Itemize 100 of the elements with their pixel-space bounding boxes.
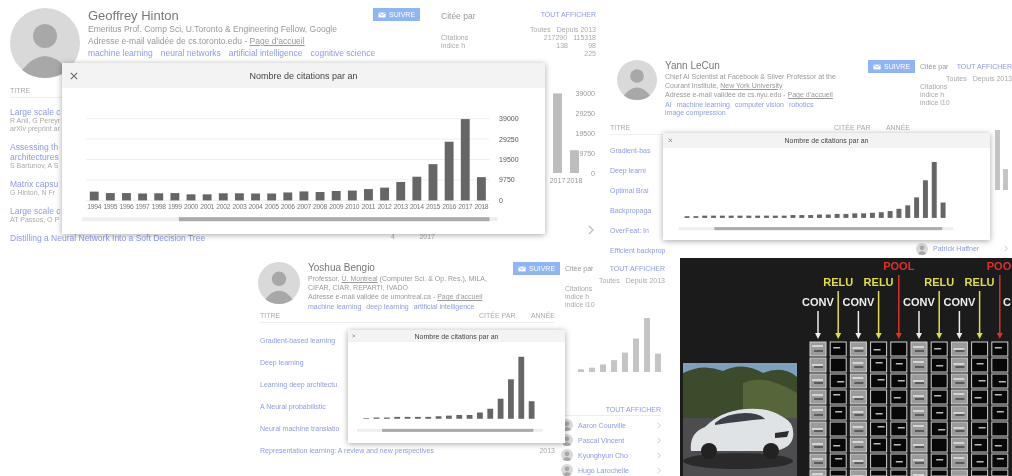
bar (790, 215, 796, 218)
layer-label: CONV (903, 296, 935, 308)
layer-label: CONV (842, 296, 875, 308)
bar (799, 215, 805, 218)
down-arrow (875, 290, 882, 339)
bar (396, 181, 406, 201)
layer-label: RELU (924, 276, 955, 288)
bar (283, 192, 293, 201)
article-title[interactable]: Distilling a Neural Network Into a Soft Decision Tree (10, 233, 206, 243)
layer-label: CONV (943, 296, 976, 308)
article-title[interactable]: Large scale c (10, 206, 61, 216)
bar (186, 194, 196, 201)
mail-icon (378, 11, 386, 18)
close-icon[interactable] (351, 334, 356, 338)
layer-label: POO (986, 260, 1012, 272)
avatar (10, 8, 80, 78)
mail-icon (518, 265, 526, 272)
bar (428, 164, 438, 201)
bar (719, 215, 725, 218)
bar (905, 205, 911, 218)
down-arrow (835, 290, 842, 339)
down-arrow (916, 310, 922, 339)
down-arrow (956, 310, 963, 339)
mail-icon (873, 63, 881, 70)
close-icon[interactable] (667, 138, 673, 144)
bar (456, 415, 463, 419)
bar (817, 214, 822, 218)
layer-label: C (1003, 296, 1011, 308)
bar (528, 401, 535, 419)
bar (896, 208, 902, 218)
avatar (916, 242, 928, 255)
bar (394, 416, 401, 419)
bar (570, 150, 579, 173)
interest-tag[interactable]: artificial intelligence (228, 48, 303, 59)
article-title[interactable]: Assessing th architectures (10, 142, 59, 162)
chevron-right-icon[interactable] (588, 225, 594, 235)
scrollbar[interactable] (82, 217, 498, 222)
bar (105, 193, 115, 201)
interest-tag[interactable]: neural networks (160, 48, 221, 59)
bar (425, 416, 432, 419)
bar (702, 215, 708, 218)
homepage-link[interactable]: Page d'accueil (249, 36, 305, 46)
bar (931, 162, 937, 218)
bar (315, 192, 325, 201)
down-arrow (996, 274, 1003, 339)
layer-label: CONV (802, 296, 834, 308)
bar (122, 193, 131, 201)
bar (404, 416, 411, 419)
avatar (561, 464, 573, 476)
interest-tag[interactable]: machine learning (88, 48, 153, 59)
bar (737, 215, 743, 218)
bar (154, 193, 164, 201)
bar (487, 408, 494, 419)
bar (825, 214, 831, 218)
dialog-title: Nombre de citations par an (249, 70, 358, 81)
bar (466, 415, 473, 419)
affiliation: Emeritus Prof. Comp Sci, U.Toronto & Engineering Fellow, Google (88, 24, 338, 35)
bar (940, 202, 946, 218)
bar (412, 176, 422, 201)
bar (476, 177, 486, 201)
bar (446, 415, 452, 419)
close-icon[interactable] (69, 71, 78, 80)
bar (251, 193, 260, 201)
bar (887, 211, 893, 218)
down-arrow (976, 290, 983, 339)
bar (170, 193, 180, 201)
cited-by-title: Citée par (441, 11, 476, 21)
bar (444, 141, 454, 201)
article-title[interactable]: Large scale c (10, 107, 61, 117)
bar (347, 190, 357, 201)
bar (746, 215, 752, 218)
bar (202, 194, 212, 201)
bar (218, 193, 228, 201)
interest-tag[interactable]: cognitive science (310, 48, 376, 59)
avatar (561, 449, 573, 461)
bar (878, 212, 884, 218)
layer-label: RELU (863, 276, 894, 288)
bar (477, 412, 483, 419)
chevron-right-icon[interactable] (1004, 245, 1008, 252)
bar (364, 189, 373, 201)
profile-name: Yann LeCun (665, 60, 721, 72)
bar (415, 416, 421, 419)
bar (234, 193, 244, 201)
bar (861, 213, 867, 218)
bar (764, 215, 769, 218)
bar (852, 213, 858, 218)
profile-name: Yoshua Bengio (308, 262, 376, 274)
bar (914, 197, 920, 218)
layer-label: RELU (823, 276, 854, 288)
down-arrow (895, 274, 902, 339)
scrollbar[interactable] (678, 227, 954, 231)
bar (267, 193, 277, 201)
bar-chart-drawing (995, 129, 1008, 190)
avatar (617, 60, 657, 100)
layer-label: POOL (883, 260, 915, 272)
bar (435, 416, 442, 419)
layer-label: RELU (964, 276, 995, 288)
article-title[interactable]: Matrix capsu (10, 179, 59, 189)
scrollbar[interactable] (357, 428, 543, 432)
bar (508, 379, 514, 419)
